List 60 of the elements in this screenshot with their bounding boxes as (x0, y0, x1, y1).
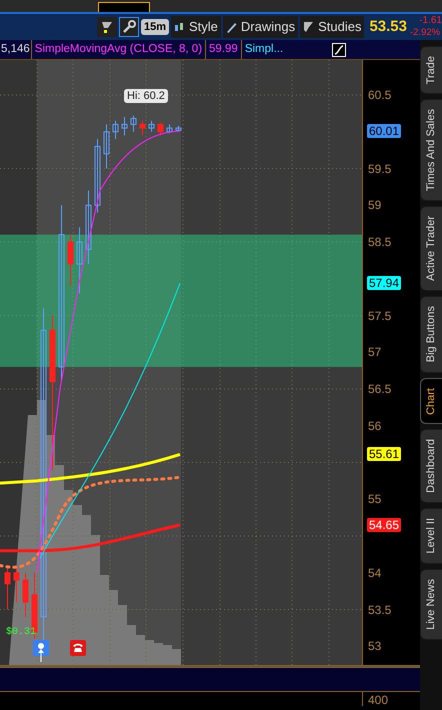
volume-value: 5,146 (0, 40, 32, 59)
pin-marker-icon (33, 640, 49, 662)
expand-button[interactable] (332, 42, 346, 56)
side-tab[interactable]: Big Buttons (420, 296, 442, 373)
candlestick (176, 125, 182, 132)
price-label: 55.61 (367, 447, 402, 462)
study-name: SimpleMovingAvg (CLOSE, 8, 0) (32, 40, 206, 59)
candle-icon (174, 21, 185, 33)
toolbar-button[interactable]: Drawings (222, 16, 298, 38)
high-price-bubble: Hi: 60.2 (124, 89, 168, 103)
percent-change: -2.92% (410, 27, 442, 39)
study-value: 59.99 (206, 40, 242, 59)
price-label: 54.65 (367, 518, 402, 532)
candlestick (166, 124, 172, 134)
net-change: -1.61 (418, 15, 442, 27)
candlestick (140, 120, 146, 136)
curve-icon (334, 44, 344, 54)
interval-button[interactable]: 15m (140, 19, 169, 35)
wrench-icon (122, 20, 136, 34)
pencil-icon (226, 21, 237, 33)
phone-icon (70, 640, 86, 656)
candlestick (22, 572, 28, 618)
side-tab[interactable]: Active Trader (420, 206, 442, 292)
side-tab[interactable]: Trade (420, 46, 442, 94)
side-tab[interactable]: Times And Sales (420, 99, 442, 202)
side-tab[interactable]: Chart (420, 378, 442, 424)
axis-tick-label: 60.5 (368, 89, 392, 101)
candlestick (148, 120, 154, 132)
candlestick (76, 226, 82, 294)
last-price: 53.53 (369, 16, 407, 37)
candlestick (104, 124, 110, 169)
axis-tick-label: 53.5 (368, 604, 392, 616)
axis-tick-label: 400 (362, 692, 388, 706)
axis-tick-label: 59.5 (368, 162, 392, 174)
candlestick (130, 115, 136, 132)
axis-tick-label: 59 (368, 199, 382, 212)
side-tab[interactable]: Level II (420, 508, 442, 564)
wrench-button[interactable] (118, 17, 139, 37)
axis-tick-label: 54 (368, 566, 382, 579)
study-name: Simpl... (244, 42, 284, 57)
candlestick (112, 120, 118, 140)
candlestick (122, 116, 128, 136)
candlestick (68, 234, 74, 287)
symbol-box[interactable] (98, 2, 150, 12)
candlestick (158, 122, 164, 136)
axis-tick-label: 53 (368, 640, 382, 652)
side-tab[interactable]: Dashboard (420, 429, 442, 504)
side-tab[interactable]: Live News (420, 568, 442, 640)
tool-button[interactable] (96, 17, 117, 37)
candlestick (14, 564, 20, 603)
axis-tick-label: 56.5 (368, 383, 392, 395)
axis-tick-label: 56 (368, 420, 382, 432)
price-label: 57.94 (367, 276, 402, 290)
axis-tick-label: 57.5 (368, 310, 392, 322)
axis-tick-label: 57 (368, 346, 382, 358)
axis-tick-label: 58.5 (368, 236, 392, 248)
toolbar-button[interactable]: Studies (300, 16, 364, 38)
axis-tick-label: 55 (368, 493, 382, 506)
toolbar-button[interactable]: Style (170, 16, 221, 38)
price-label: 60.01 (367, 124, 402, 138)
